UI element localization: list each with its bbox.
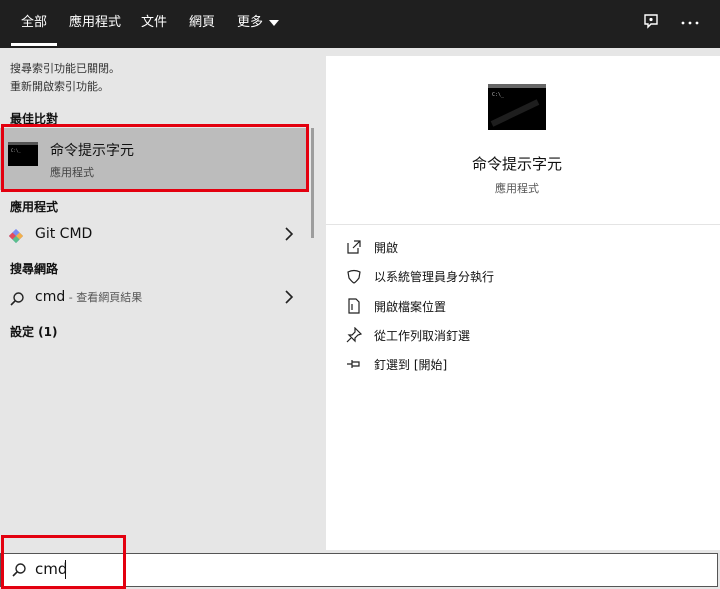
web-result-query: cmd	[35, 289, 66, 305]
web-search-header: 搜尋網路	[10, 262, 59, 276]
tab-more[interactable]: 更多	[237, 0, 280, 48]
svg-text:C:\_: C:\_	[492, 92, 505, 98]
action-label: 開啟檔案位置	[374, 300, 447, 314]
chevron-right-icon[interactable]	[284, 226, 294, 245]
action-open-file-location[interactable]: 開啟檔案位置	[346, 295, 706, 319]
search-icon	[9, 291, 25, 311]
web-search-result[interactable]: cmd - 查看網頁結果	[0, 283, 308, 313]
results-pane: 搜尋索引功能已關閉。 重新開啟索引功能。 最佳比對 C:\_ 命令提示字元 應用…	[0, 48, 318, 553]
highlight-box-best-match	[1, 124, 309, 192]
highlight-box-search	[1, 535, 126, 589]
action-label: 以系統管理員身分執行	[374, 270, 495, 284]
git-icon	[8, 228, 24, 247]
terminal-icon: C:\_	[488, 84, 546, 134]
preview-subtitle: 應用程式	[495, 182, 539, 195]
settings-header[interactable]: 設定 (1)	[10, 323, 58, 340]
tab-all[interactable]: 全部	[10, 0, 58, 48]
reenable-index-link[interactable]: 重新開啟索引功能。	[10, 78, 109, 94]
chevron-down-icon	[269, 19, 280, 26]
tab-documents[interactable]: 文件	[141, 0, 167, 48]
action-open[interactable]: 開啟	[346, 236, 706, 260]
preview-pane: C:\_ 命令提示字元 應用程式 開啟 以系統管理員身分執行 開啟檔案位置 從工…	[326, 56, 720, 550]
tab-web[interactable]: 網頁	[189, 0, 215, 48]
action-run-as-admin[interactable]: 以系統管理員身分執行	[346, 265, 706, 289]
web-result-suffix: - 查看網頁結果	[65, 291, 143, 304]
app-result-label: Git CMD	[35, 226, 93, 242]
tab-more-label: 更多	[237, 15, 264, 30]
action-pin-start[interactable]: 釘選到 [開始]	[346, 353, 706, 377]
action-label: 釘選到 [開始]	[374, 358, 448, 372]
feedback-icon[interactable]	[641, 12, 661, 36]
chevron-right-icon[interactable]	[284, 289, 294, 308]
scrollbar-thumb[interactable]	[311, 128, 314, 238]
web-result-text: cmd - 查看網頁結果	[35, 289, 142, 305]
apps-header: 應用程式	[10, 200, 59, 214]
ellipsis-icon[interactable]	[680, 13, 700, 37]
preview-title: 命令提示字元	[471, 155, 562, 173]
pin-icon	[347, 360, 360, 368]
shield-icon	[347, 269, 361, 284]
action-label: 從工作列取消釘選	[374, 329, 471, 343]
action-unpin-taskbar[interactable]: 從工作列取消釘選	[346, 324, 706, 348]
open-icon	[347, 240, 361, 254]
action-label: 開啟	[374, 241, 399, 255]
index-off-notice: 搜尋索引功能已關閉。	[10, 62, 120, 75]
file-location-icon	[348, 298, 360, 314]
divider	[326, 224, 720, 225]
unpin-icon	[346, 327, 362, 343]
tab-apps[interactable]: 應用程式	[69, 0, 121, 48]
search-topbar: 全部 應用程式 文件 網頁 更多	[0, 0, 720, 48]
app-result-git-cmd[interactable]: Git CMD	[0, 220, 308, 250]
